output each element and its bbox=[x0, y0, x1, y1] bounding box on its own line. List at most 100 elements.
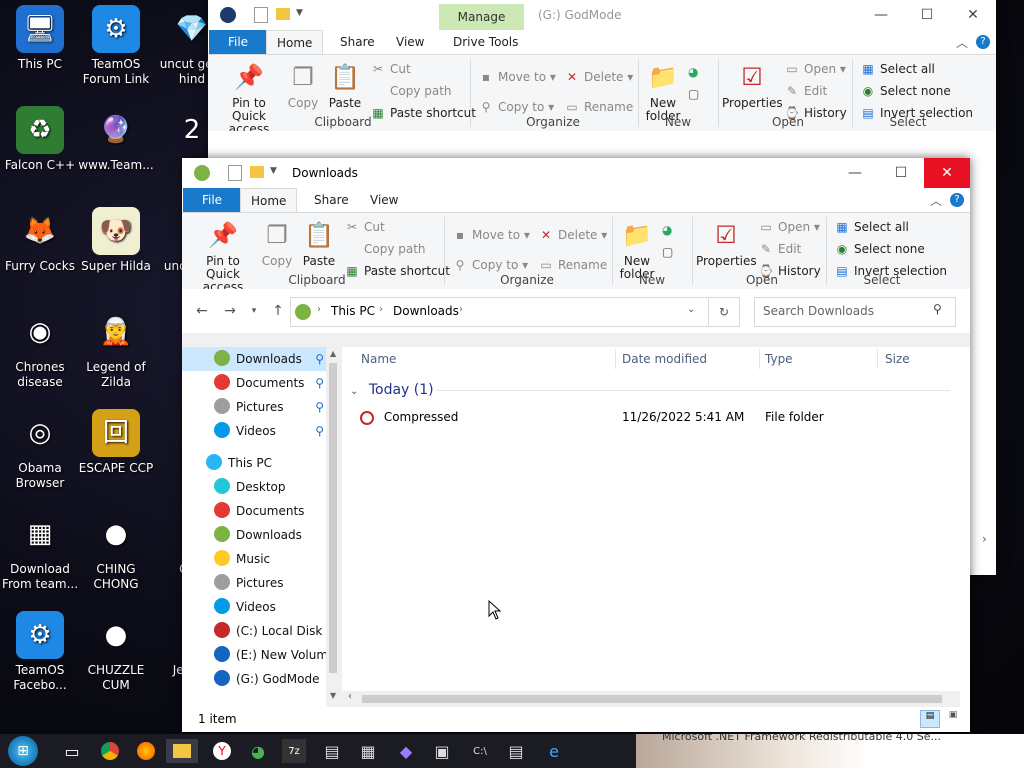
file-row-compressed[interactable]: Compressed 11/26/2022 5:41 AM File folde… bbox=[360, 406, 960, 428]
copy-button[interactable]: ❐ Copy bbox=[256, 215, 298, 268]
downloads-minimize-button[interactable]: — bbox=[832, 158, 878, 188]
new-item-icon[interactable]: ◕ bbox=[688, 65, 698, 79]
nav-item[interactable]: (C:) Local Disk bbox=[182, 619, 326, 643]
help-icon[interactable]: ? bbox=[950, 193, 964, 207]
horizontal-scrollbar[interactable]: ‹ bbox=[342, 691, 960, 707]
desktop-icon[interactable]: ● CHING CHONG bbox=[76, 510, 156, 592]
navigation-pane[interactable]: Downloads ⚲ Documents ⚲ Pictures ⚲ Videos ⚲ This… bbox=[182, 347, 340, 707]
edge-icon[interactable]: e bbox=[542, 739, 566, 763]
downloads-maximize-button[interactable]: ☐ bbox=[878, 158, 924, 188]
nav-item[interactable]: Documents bbox=[182, 499, 326, 523]
delete-button[interactable]: ✕ Delete ▾ bbox=[538, 225, 607, 245]
qat-dropdown-icon[interactable]: ▼ bbox=[296, 8, 303, 18]
command-prompt-icon[interactable]: C:\ bbox=[468, 739, 492, 763]
select-all-button[interactable]: ▦ Select all bbox=[834, 217, 909, 237]
refresh-button[interactable]: ↻ bbox=[708, 297, 740, 327]
easy-access-icon[interactable]: ▢ bbox=[688, 87, 699, 101]
godmode-titlebar[interactable]: ▼ Manage (G:) GodMode — ☐ ✕ bbox=[208, 0, 996, 30]
godmode-minimize-button[interactable]: — bbox=[858, 0, 904, 30]
desktop-icon[interactable]: 🔮 www.Team... bbox=[76, 106, 156, 173]
godmode-scroll-right-icon[interactable]: › bbox=[982, 532, 987, 546]
monitor-icon[interactable]: ▣ bbox=[430, 739, 454, 763]
cut-button[interactable]: ✂ Cut bbox=[344, 217, 385, 237]
file-explorer-icon[interactable] bbox=[166, 739, 198, 763]
details-view-button[interactable]: ▤ bbox=[920, 710, 940, 728]
back-button[interactable]: ← bbox=[190, 297, 214, 325]
printer-icon[interactable]: ▦ bbox=[356, 739, 380, 763]
godmode-copy-path-button[interactable]: Copy path bbox=[370, 81, 452, 101]
godmode-delete-button[interactable]: ✕ Delete ▾ bbox=[564, 67, 633, 87]
godmode-cut-button[interactable]: ✂ Cut bbox=[370, 59, 411, 79]
godmode-tab-file[interactable]: File bbox=[209, 30, 267, 54]
recent-locations-button[interactable]: ▾ bbox=[242, 297, 266, 325]
downloads-window[interactable]: ▼ Downloads — ☐ ✕ File Home Share View ︿… bbox=[182, 158, 970, 732]
easy-access-icon[interactable]: ▢ bbox=[662, 245, 673, 259]
yandex-icon[interactable]: Y bbox=[210, 739, 234, 763]
large-icons-view-button[interactable]: ▣ bbox=[944, 710, 962, 726]
collapse-ribbon-icon[interactable]: ︿ bbox=[930, 192, 942, 209]
downloads-tab-view[interactable]: View bbox=[360, 188, 408, 212]
godmode-properties-button[interactable]: ☑ Properties bbox=[722, 57, 783, 110]
desktop-icon[interactable]: ◉ Chrones disease bbox=[0, 308, 80, 390]
forward-button[interactable]: → bbox=[218, 297, 242, 325]
properties-button[interactable]: ☑ Properties bbox=[696, 215, 757, 268]
desktop-icon[interactable]: 🦊 Furry Cocks bbox=[0, 207, 80, 274]
godmode-tab-view[interactable]: View bbox=[386, 30, 434, 54]
move-to-button[interactable]: ▪ Move to ▾ bbox=[452, 225, 530, 245]
godmode-edit-button[interactable]: ✎ Edit bbox=[784, 81, 827, 101]
godmode-tab-home[interactable]: Home bbox=[266, 30, 324, 55]
nav-item[interactable]: Downloads bbox=[182, 523, 326, 547]
nav-item[interactable]: Pictures ⚲ bbox=[182, 395, 326, 419]
pin-to-quick-access-button[interactable]: 📌 Pin to Quick access bbox=[190, 215, 256, 294]
network-icon[interactable]: ▤ bbox=[504, 739, 528, 763]
collapse-ribbon-icon[interactable]: ︿ bbox=[956, 34, 968, 51]
column-size[interactable]: Size bbox=[885, 347, 910, 371]
copy-to-button[interactable]: ⚲ Copy to ▾ bbox=[452, 255, 529, 275]
properties-quick-icon[interactable] bbox=[228, 165, 242, 181]
edge-legacy-icon[interactable]: ◕ bbox=[246, 739, 270, 763]
group-header-today[interactable]: ⌄ Today (1) bbox=[350, 379, 950, 401]
nav-item[interactable]: Videos bbox=[182, 595, 326, 619]
task-view-icon[interactable]: ▭ bbox=[60, 739, 84, 763]
godmode-tab-share[interactable]: Share bbox=[330, 30, 385, 54]
desktop-icon[interactable]: ● CHUZZLE CUM bbox=[76, 611, 156, 693]
godmode-paste-button[interactable]: 📋 Paste bbox=[324, 57, 366, 110]
address-bar[interactable]: › This PC › Downloads › ⌄ bbox=[290, 297, 710, 327]
desktop-icon[interactable]: ♻ Falcon C++ bbox=[0, 106, 80, 173]
copy-path-button[interactable]: Copy path bbox=[344, 239, 426, 259]
nav-item[interactable]: (G:) GodMode bbox=[182, 667, 326, 691]
godmode-open-button[interactable]: ▭ Open ▾ bbox=[784, 59, 846, 79]
folder-quick-icon[interactable] bbox=[276, 8, 290, 20]
godmode-new-folder-button[interactable]: 📁 New folder bbox=[642, 57, 684, 123]
nav-item[interactable]: Downloads ⚲ bbox=[182, 347, 326, 371]
manage-contextual-tab[interactable]: Manage bbox=[439, 4, 524, 30]
nav-item[interactable]: Documents ⚲ bbox=[182, 371, 326, 395]
godmode-select-none-button[interactable]: ◉ Select none bbox=[860, 81, 951, 101]
godmode-rename-button[interactable]: ▭ Rename bbox=[564, 97, 633, 117]
nav-item[interactable]: Videos ⚲ bbox=[182, 419, 326, 443]
edit-button[interactable]: ✎ Edit bbox=[758, 239, 801, 259]
new-folder-button[interactable]: 📁 New folder bbox=[616, 215, 658, 281]
app-icon[interactable]: ◆ bbox=[394, 739, 418, 763]
nav-scrollbar-thumb[interactable] bbox=[329, 363, 337, 673]
godmode-pin-button[interactable]: 📌 Pin to Quick access bbox=[216, 57, 282, 136]
select-none-button[interactable]: ◉ Select none bbox=[834, 239, 925, 259]
nav-item[interactable]: (E:) New Volume bbox=[182, 643, 335, 667]
up-button[interactable]: ↑ bbox=[266, 297, 290, 325]
godmode-tab-drive-tools[interactable]: Drive Tools bbox=[443, 30, 528, 54]
desktop-icon[interactable]: ▦ Download From team... bbox=[0, 510, 80, 592]
horizontal-scrollbar-thumb[interactable] bbox=[362, 695, 942, 703]
properties-quick-icon[interactable] bbox=[254, 7, 268, 23]
column-date-modified[interactable]: Date modified bbox=[622, 347, 707, 371]
folder-quick-icon[interactable] bbox=[250, 166, 264, 178]
nav-item[interactable]: This PC bbox=[182, 451, 326, 475]
desktop-icon[interactable]: 🐶 Super Hilda bbox=[76, 207, 156, 274]
file-list-pane[interactable]: Name Date modified Type Size ⌄ Today (1)… bbox=[342, 347, 970, 707]
godmode-copy-button[interactable]: ❐ Copy bbox=[282, 57, 324, 110]
address-dropdown-icon[interactable]: ⌄ bbox=[687, 304, 695, 315]
rename-button[interactable]: ▭ Rename bbox=[538, 255, 607, 275]
downloads-tab-share[interactable]: Share bbox=[304, 188, 359, 212]
breadcrumb-this-pc[interactable]: This PC bbox=[331, 304, 375, 318]
column-name[interactable]: Name bbox=[361, 347, 396, 371]
godmode-select-all-button[interactable]: ▦ Select all bbox=[860, 59, 935, 79]
